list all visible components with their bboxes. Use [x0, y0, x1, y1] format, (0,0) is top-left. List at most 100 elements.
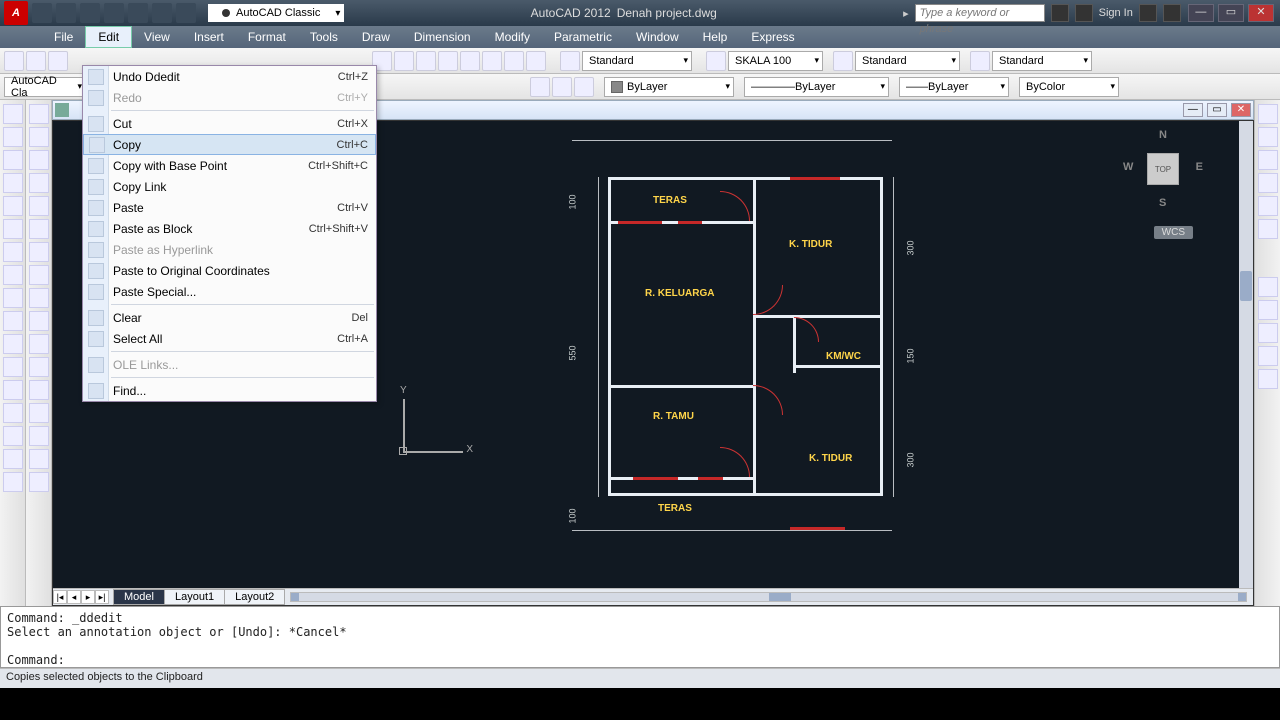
view-cube[interactable]: N S W E TOP — [1123, 129, 1203, 209]
menu-file[interactable]: File — [42, 27, 85, 47]
menu-draw[interactable]: Draw — [350, 27, 402, 47]
steering-icon[interactable] — [1258, 104, 1278, 124]
array-icon[interactable] — [29, 196, 49, 216]
block-icon[interactable] — [3, 334, 23, 354]
pline-icon[interactable] — [3, 127, 23, 147]
calc-icon[interactable] — [526, 51, 546, 71]
notice-icon[interactable] — [1139, 4, 1157, 22]
menu-help[interactable]: Help — [691, 27, 740, 47]
menu-window[interactable]: Window — [624, 27, 691, 47]
break-icon[interactable] — [29, 357, 49, 377]
tab-layout2[interactable]: Layout2 — [224, 589, 285, 605]
menu-express[interactable]: Express — [739, 27, 806, 47]
edit-menu-cut[interactable]: CutCtrl+X — [83, 113, 376, 134]
join-icon[interactable] — [29, 380, 49, 400]
move-icon[interactable] — [29, 219, 49, 239]
insert-icon[interactable] — [3, 311, 23, 331]
table2-icon[interactable] — [3, 426, 23, 446]
dw-close-button[interactable]: ✕ — [1231, 103, 1251, 117]
dw-maximize-button[interactable]: ▭ — [1207, 103, 1227, 117]
mirror-icon[interactable] — [29, 150, 49, 170]
tab-last-button[interactable]: ▸| — [95, 590, 109, 604]
vp3-icon[interactable] — [1258, 323, 1278, 343]
dim-icon[interactable] — [706, 51, 726, 71]
scale-icon[interactable] — [29, 265, 49, 285]
circle-icon[interactable] — [3, 219, 23, 239]
hatch-icon[interactable] — [3, 357, 23, 377]
menu-tools[interactable]: Tools — [298, 27, 350, 47]
arc-icon[interactable] — [3, 196, 23, 216]
edit-menu-copy-link[interactable]: Copy Link — [83, 176, 376, 197]
mtext-icon[interactable] — [3, 449, 23, 469]
plotstyle-combo[interactable]: ByColor — [1019, 77, 1119, 97]
menu-parametric[interactable]: Parametric — [542, 27, 624, 47]
orbit-icon[interactable] — [416, 51, 436, 71]
keyword-search-input[interactable]: Type a keyword or phrase — [915, 4, 1045, 22]
dimstyle-combo[interactable]: SKALA 100 — [728, 51, 823, 71]
tab-prev-button[interactable]: ◂ — [67, 590, 81, 604]
polygon-icon[interactable] — [3, 150, 23, 170]
menu-insert[interactable]: Insert — [182, 27, 236, 47]
edit-menu-copy[interactable]: CopyCtrl+C — [83, 134, 376, 155]
prop-icon[interactable] — [438, 51, 458, 71]
close-button[interactable]: ✕ — [1248, 4, 1274, 22]
orbit2-icon[interactable] — [1258, 196, 1278, 216]
tab-model[interactable]: Model — [113, 589, 165, 605]
dw-minimize-button[interactable]: — — [1183, 103, 1203, 117]
showmotion-icon[interactable] — [1258, 127, 1278, 147]
help-icon[interactable] — [1163, 4, 1181, 22]
command-line[interactable]: Command: _ddedit Select an annotation ob… — [0, 606, 1280, 668]
qat-open-icon[interactable] — [56, 3, 76, 23]
spline-icon[interactable] — [3, 242, 23, 262]
edit-menu-clear[interactable]: ClearDel — [83, 307, 376, 328]
copy2-icon[interactable] — [29, 127, 49, 147]
qat-plot-icon[interactable] — [128, 3, 148, 23]
vp2-icon[interactable] — [1258, 300, 1278, 320]
textstyle-combo[interactable]: Standard — [582, 51, 692, 71]
pan2-icon[interactable] — [1258, 150, 1278, 170]
erase-icon[interactable] — [29, 104, 49, 124]
stretch-icon[interactable] — [29, 288, 49, 308]
layeroff-icon[interactable] — [552, 77, 572, 97]
tool-icon[interactable] — [504, 51, 524, 71]
wcs-badge[interactable]: WCS — [1154, 226, 1193, 239]
fillet-icon[interactable] — [29, 426, 49, 446]
menu-format[interactable]: Format — [236, 27, 298, 47]
qat-redo-icon[interactable] — [176, 3, 196, 23]
edit-menu-select-all[interactable]: Select AllCtrl+A — [83, 328, 376, 349]
ellipse-icon[interactable] — [3, 265, 23, 285]
tab-layout1[interactable]: Layout1 — [164, 589, 225, 605]
zoom2-icon[interactable] — [1258, 173, 1278, 193]
menu-modify[interactable]: Modify — [483, 27, 542, 47]
offset-icon[interactable] — [29, 173, 49, 193]
edit-menu-copy-with-base-point[interactable]: Copy with Base PointCtrl+Shift+C — [83, 155, 376, 176]
save-icon[interactable] — [48, 51, 68, 71]
menu-view[interactable]: View — [132, 27, 182, 47]
trim-icon[interactable] — [29, 311, 49, 331]
edit-menu-find-[interactable]: Find... — [83, 380, 376, 401]
extend-icon[interactable] — [29, 334, 49, 354]
vertical-scrollbar[interactable] — [1239, 121, 1253, 605]
palette-icon[interactable] — [460, 51, 480, 71]
line-icon[interactable] — [3, 104, 23, 124]
open-icon[interactable] — [26, 51, 46, 71]
exchange-icon[interactable] — [1051, 4, 1069, 22]
maximize-button[interactable]: ▭ — [1218, 4, 1244, 22]
match-icon[interactable] — [29, 472, 49, 492]
new-icon[interactable] — [4, 51, 24, 71]
anno-icon[interactable] — [560, 51, 580, 71]
workspace-combo[interactable]: AutoCAD Classic — [208, 4, 344, 22]
signin-label[interactable]: Sign In — [1099, 7, 1133, 19]
tab-next-button[interactable]: ▸ — [81, 590, 95, 604]
menu-dimension[interactable]: Dimension — [402, 27, 483, 47]
lineweight-combo[interactable]: ———— ByLayer — [744, 77, 889, 97]
explode-icon[interactable] — [29, 449, 49, 469]
tablestyle-combo[interactable]: Standard — [855, 51, 960, 71]
layercolor-combo[interactable]: ByLayer — [604, 77, 734, 97]
nav-icon[interactable] — [1258, 219, 1278, 239]
region-icon[interactable] — [3, 403, 23, 423]
vpd-icon[interactable] — [1258, 277, 1278, 297]
grad-icon[interactable] — [3, 380, 23, 400]
linetype-combo[interactable]: —— ByLayer — [899, 77, 1009, 97]
layeriso-icon[interactable] — [530, 77, 550, 97]
